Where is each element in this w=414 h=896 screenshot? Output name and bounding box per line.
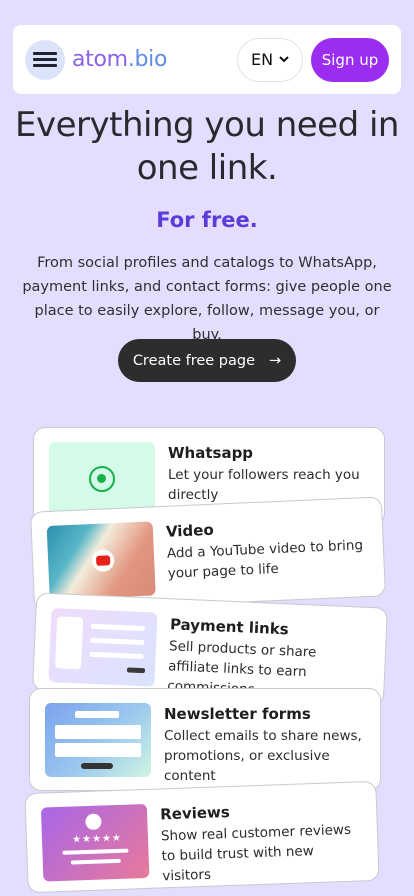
review-card-icon: ★★★★★ [40, 803, 150, 882]
brand-logo[interactable]: atom.bio [72, 47, 167, 72]
feature-title: Whatsapp [168, 444, 254, 462]
logo-domain: .bio [127, 47, 168, 72]
hero-title: Everything you need in one link. [0, 104, 414, 190]
hamburger-menu-button[interactable] [25, 39, 65, 80]
language-selector[interactable]: EN [237, 37, 303, 82]
feature-title: Newsletter forms [164, 705, 311, 723]
whatsapp-thumbnail [49, 442, 155, 516]
arrow-right-icon: → [269, 352, 282, 369]
whatsapp-icon [89, 466, 115, 492]
feature-card-newsletter-forms: Newsletter forms Collect emails to share… [29, 688, 381, 791]
logo-name: atom [72, 47, 128, 72]
hero-title-line1: Everything you need in [15, 105, 399, 145]
feature-description: Add a YouTube video to bring your page t… [166, 537, 364, 582]
hero-description: From social profiles and catalogs to Wha… [22, 255, 392, 343]
newsletter-form-icon [45, 703, 151, 777]
video-thumbnail [46, 521, 156, 600]
star-rating-icon: ★★★★★ [71, 832, 123, 846]
cta-label: Create free page [132, 352, 256, 369]
hero-subtitle: For free. [156, 208, 258, 232]
hero-title-line2: one link. [136, 148, 278, 188]
chevron-down-icon [279, 56, 289, 63]
signup-button[interactable]: Sign up [311, 37, 389, 82]
menu-bar-icon [33, 64, 57, 67]
youtube-icon [91, 549, 115, 573]
feature-description: Collect emails to share news, promotions… [164, 728, 362, 784]
top-navbar: atom.bio EN Sign up [13, 25, 401, 94]
feature-card-reviews: ★★★★★ Reviews Show real customer reviews… [24, 780, 380, 894]
payment-form-icon [48, 608, 158, 687]
create-free-page-button[interactable]: Create free page → [118, 339, 296, 382]
avatar-icon [85, 813, 102, 831]
feature-description: Show real customer reviews to build trus… [160, 821, 352, 885]
language-label: EN [250, 50, 274, 69]
menu-bar-icon [33, 52, 57, 55]
menu-bar-icon [33, 58, 57, 61]
